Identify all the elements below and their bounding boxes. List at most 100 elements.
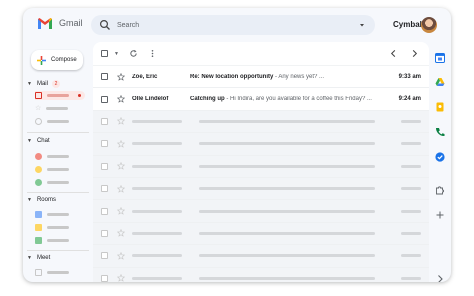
email-row[interactable]: Zoe, Eric Re: New location opportunity -…	[93, 66, 429, 89]
nav-item-placeholder	[47, 94, 69, 97]
room-icon	[35, 224, 42, 231]
placeholder-line	[132, 209, 182, 213]
chevron-down-icon: ▼	[27, 255, 32, 261]
placeholder-row	[93, 222, 429, 246]
row-checkbox	[101, 229, 108, 237]
row-checkbox	[101, 274, 108, 282]
section-mail[interactable]: ▼ Mail 2	[23, 80, 60, 88]
meet-item[interactable]	[35, 268, 85, 277]
placeholder-line	[132, 276, 182, 280]
tasks-icon[interactable]	[435, 152, 445, 162]
star-icon[interactable]	[117, 95, 125, 103]
select-all-checkbox[interactable]	[101, 50, 108, 57]
email-subject-line: Catching up - Hi Indira, are you availab…	[190, 96, 380, 102]
email-sender: Olle Lindelof	[132, 96, 169, 103]
clock-icon	[35, 118, 42, 125]
avatar[interactable]	[421, 17, 437, 33]
row-checkbox	[101, 117, 108, 125]
chevron-down-icon: ▼	[27, 138, 32, 144]
more-vert-icon[interactable]	[148, 49, 157, 58]
video-icon	[35, 269, 42, 276]
placeholder-line	[132, 231, 182, 235]
room-icon	[35, 237, 42, 244]
chat-item[interactable]	[35, 165, 85, 174]
placeholder-line	[401, 187, 421, 191]
avatar-dot-icon	[35, 179, 42, 186]
placeholder-line	[199, 209, 375, 213]
unread-dot	[78, 94, 81, 97]
row-checkbox[interactable]	[101, 73, 108, 81]
search-bar[interactable]: Search	[91, 15, 375, 35]
inbox-icon	[35, 92, 42, 99]
section-rooms[interactable]: ▼ Rooms	[23, 197, 56, 203]
star-icon	[117, 184, 125, 193]
placeholder-line	[132, 254, 182, 258]
chat-item[interactable]	[35, 152, 85, 161]
chevron-right-icon[interactable]	[435, 274, 445, 282]
room-item[interactable]	[35, 236, 85, 245]
drive-icon[interactable]	[435, 77, 445, 87]
search-input[interactable]: Search	[117, 22, 357, 29]
star-icon	[117, 207, 125, 215]
room-item[interactable]	[35, 223, 85, 232]
star-icon	[117, 139, 125, 148]
row-checkbox[interactable]	[101, 95, 108, 103]
puzzle-icon[interactable]	[435, 185, 445, 195]
keep-icon[interactable]	[435, 102, 445, 112]
nav-item-placeholder	[46, 107, 69, 110]
room-item[interactable]	[35, 210, 85, 219]
section-meet[interactable]: ▼ Meet	[23, 255, 50, 261]
gmail-logo[interactable]: Gmail	[37, 17, 83, 29]
search-icon[interactable]	[99, 19, 111, 31]
compose-button[interactable]: Compose	[31, 50, 83, 70]
chevron-down-icon[interactable]: ▼	[114, 51, 119, 57]
placeholder-row	[93, 245, 429, 268]
placeholder-line	[132, 187, 182, 191]
star-icon: ☆	[35, 105, 42, 112]
nav-item-placeholder	[47, 239, 69, 242]
placeholder-row	[93, 110, 429, 134]
placeholder-line	[199, 254, 375, 258]
placeholder-line	[199, 142, 375, 146]
phone-icon[interactable]	[435, 127, 445, 137]
email-row[interactable]: Olle Lindelof Catching up - Hi Indira, a…	[93, 88, 429, 111]
plus-icon	[37, 55, 46, 65]
chevron-left-icon[interactable]	[389, 49, 398, 58]
placeholder-line	[401, 254, 421, 258]
placeholder-row	[93, 267, 429, 282]
section-mail-label: Mail	[36, 81, 48, 87]
refresh-icon[interactable]	[129, 49, 138, 58]
star-icon	[117, 117, 125, 126]
nav-item-starred[interactable]: ☆	[35, 104, 85, 113]
email-snippet: - Any news yet? ...	[273, 73, 325, 80]
divider	[27, 132, 89, 133]
calendar-icon[interactable]	[435, 53, 445, 63]
placeholder-line	[132, 164, 182, 168]
chevron-down-icon: ▼	[27, 81, 32, 87]
placeholder-row	[93, 155, 429, 178]
email-sender: Zoe, Eric	[132, 73, 158, 80]
add-icon[interactable]	[435, 210, 445, 220]
chevron-right-icon[interactable]	[410, 49, 419, 58]
nav-item-inbox[interactable]	[35, 91, 85, 100]
gmail-window: Gmail Search Cymbal Compose ▼ Mail 2 ☆ ▼…	[23, 8, 451, 282]
placeholder-line	[132, 142, 182, 146]
side-panel	[429, 42, 451, 282]
nav-item-placeholder	[47, 168, 69, 171]
star-icon[interactable]	[117, 72, 125, 81]
nav-item-placeholder	[47, 120, 69, 123]
chat-item[interactable]	[35, 178, 85, 187]
placeholder-line	[199, 276, 375, 280]
section-chat[interactable]: ▼ Chat	[23, 138, 50, 144]
app-name: Gmail	[59, 18, 83, 28]
nav-item-placeholder	[47, 213, 69, 216]
dropdown-arrow-icon[interactable]	[357, 20, 367, 30]
divider	[27, 192, 89, 193]
email-snippet: - Hi Indira, are you available for a cof…	[224, 96, 372, 103]
placeholder-line	[401, 209, 421, 213]
placeholder-row	[93, 177, 429, 201]
unread-badge: 2	[51, 80, 60, 88]
email-time: 9:33 am	[398, 73, 421, 80]
nav-item-snoozed[interactable]	[35, 117, 85, 126]
divider	[27, 250, 89, 251]
